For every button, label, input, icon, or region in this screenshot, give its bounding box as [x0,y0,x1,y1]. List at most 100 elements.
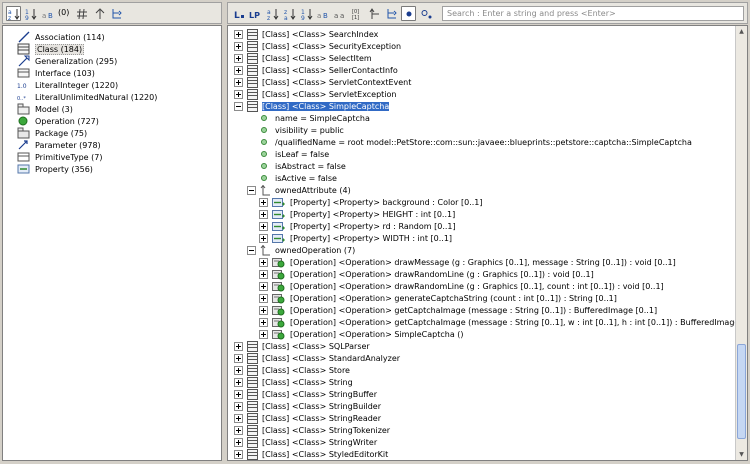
expand-icon[interactable] [234,65,243,75]
tree-row-attr[interactable]: name = SimpleCaptcha [259,112,370,124]
expand-icon[interactable] [234,29,243,39]
vertical-scrollbar[interactable]: ▲ ▼ [735,26,747,460]
collapse-icon[interactable] [234,101,243,111]
tree-row-property[interactable]: [Property] <Property> rd : Random [0..1] [259,220,456,232]
expand-icon[interactable] [234,341,243,351]
tree-row-class[interactable]: [Class] <Class> StringReader [234,412,381,424]
expand-icon[interactable] [259,317,268,327]
scroll-up-icon[interactable]: ▲ [737,27,746,36]
expand-icon[interactable] [259,269,268,279]
metaclass-item[interactable]: 1.0 LiteralInteger (1220) [17,79,118,91]
show-empty-links-button[interactable] [401,6,416,21]
show-instances-button[interactable] [419,6,434,21]
tree-row-class[interactable]: [Class] <Class> SellerContactInfo [234,64,398,76]
scroll-down-icon[interactable]: ▼ [737,450,746,459]
expand-icon[interactable] [259,305,268,315]
tree-row-class-open[interactable]: [Class] <Class> SimpleCaptcha [234,100,391,112]
expand-icon[interactable] [234,353,243,363]
tree-row-class[interactable]: [Class] <Class> StandardAnalyzer [234,352,400,364]
symbol-button[interactable] [92,6,107,21]
ab-filter-model-button[interactable]: aB [316,6,331,21]
expand-icon[interactable] [234,53,243,63]
sort-numeric-model-button[interactable]: 19 [299,6,314,21]
tree-row-operation[interactable]: [Operation] <Operation> drawMessage (g :… [259,256,676,268]
metaclass-item[interactable]: PrimitiveType (7) [17,151,102,163]
hierarchy-button[interactable] [109,6,124,21]
show-derived-button[interactable]: aa [333,6,348,21]
metaclass-item[interactable]: Parameter (978) [17,139,101,151]
expand-icon[interactable] [259,293,268,303]
expand-icon[interactable] [234,41,243,51]
tree-row-operation[interactable]: [Operation] <Operation> drawRandomLine (… [259,280,664,292]
collapse-icon[interactable] [247,245,256,255]
tree-row-property[interactable]: [Property] <Property> WIDTH : int [0..1] [259,232,452,244]
tree-row-class[interactable]: [Class] <Class> Store [234,364,350,376]
expand-icon[interactable] [259,233,268,243]
tree-row-class[interactable]: [Class] <Class> SearchIndex [234,28,378,40]
tree-row-class[interactable]: [Class] <Class> String [234,376,353,388]
tree-row-operation[interactable]: [Operation] <Operation> drawRandomLine (… [259,268,594,280]
tree-row-class[interactable]: [Class] <Class> StringTokenizer [234,424,390,436]
expand-icon[interactable] [259,209,268,219]
show-label-button[interactable]: L [231,6,246,21]
sort-az-model-button[interactable]: az [265,6,280,21]
tree-row-attr[interactable]: isLeaf = false [259,148,329,160]
tree-row-property[interactable]: [Property] <Property> HEIGHT : int [0..1… [259,208,455,220]
scroll-thumb[interactable] [737,344,746,439]
tree-row-class[interactable]: [Class] <Class> StyledEditorKit [234,448,388,460]
expand-icon[interactable] [259,197,268,207]
expand-icon[interactable] [234,425,243,435]
tree-row-class[interactable]: [Class] <Class> StringWriter [234,436,377,448]
tree-row-operation[interactable]: [Operation] <Operation> generateCaptchaS… [259,292,617,304]
metaclass-item[interactable]: Property (356) [17,163,93,175]
tree-row-property[interactable]: [Property] <Property> background : Color… [259,196,482,208]
expand-icon[interactable] [259,329,268,339]
expand-icon[interactable] [234,413,243,423]
tree-row-attr[interactable]: visibility = public [259,124,344,136]
expand-icon[interactable] [234,401,243,411]
expand-icon[interactable] [259,221,268,231]
show-container-button[interactable] [367,6,382,21]
expand-icon[interactable] [234,437,243,447]
tree-row-attr[interactable]: /qualifiedName = root model::PetStore::c… [259,136,692,148]
expand-icon[interactable] [234,377,243,387]
show-multiplicity-button[interactable]: [0] [1] [350,6,365,21]
tree-row-attr[interactable]: isAbstract = false [259,160,346,172]
metaclass-item[interactable]: Package (75) [17,127,87,139]
collapse-icon[interactable] [247,185,256,195]
expand-icon[interactable] [234,89,243,99]
expand-icon[interactable] [234,389,243,399]
metaclass-item[interactable]: Model (3) [17,103,73,115]
tree-row-group[interactable]: ownedOperation (7) [247,244,355,256]
ab-filter-button[interactable]: aB [41,6,56,21]
expand-icon[interactable] [234,365,243,375]
search-input[interactable] [442,6,744,21]
tree-row-class[interactable]: [Class] <Class> ServletException [234,88,397,100]
expand-icon[interactable] [259,257,268,267]
tree-row-operation[interactable]: [Operation] <Operation> getCaptchaImage … [259,316,747,328]
metaclass-item[interactable]: Interface (103) [17,67,95,79]
expand-icon[interactable] [234,77,243,87]
tree-row-class[interactable]: [Class] <Class> StringBuilder [234,400,381,412]
tree-row-class[interactable]: [Class] <Class> SQLParser [234,340,370,352]
expand-icon[interactable] [259,281,268,291]
metaclass-item[interactable]: 0..* LiteralUnlimitedNatural (1220) [17,91,157,103]
metaclass-item[interactable]: Generalization (295) [17,55,117,67]
hierarchy-model-button[interactable] [384,6,399,21]
tree-row-class[interactable]: [Class] <Class> SelectItem [234,52,372,64]
tree-row-group[interactable]: ownedAttribute (4) [247,184,351,196]
sort-numeric-button[interactable]: 19 [23,6,38,21]
tree-row-class[interactable]: [Class] <Class> ServletContextEvent [234,76,411,88]
metaclass-item[interactable]: Class (184) [17,43,85,55]
tree-row-operation[interactable]: [Operation] <Operation> SimpleCaptcha () [259,328,464,340]
tree-row-operation[interactable]: [Operation] <Operation> getCaptchaImage … [259,304,657,316]
expand-icon[interactable] [234,449,243,459]
tree-row-class[interactable]: [Class] <Class> StringBuffer [234,388,377,400]
count-button[interactable] [75,6,90,21]
metaclass-item[interactable]: Association (114) [17,31,105,43]
tree-row-class[interactable]: [Class] <Class> SecurityException [234,40,401,52]
show-label-parent-button[interactable]: LP [248,6,263,21]
sort-za-model-button[interactable]: za [282,6,297,21]
sort-az-button[interactable]: az [6,6,21,21]
tree-row-attr[interactable]: isActive = false [259,172,337,184]
